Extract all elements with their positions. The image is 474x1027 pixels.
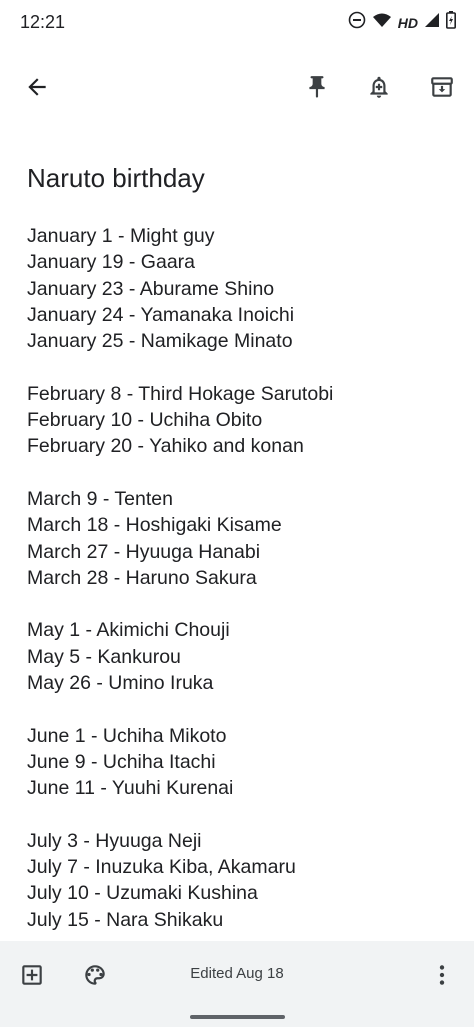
network-type-label: HD (397, 14, 418, 31)
note-line: February 20 - Yahiko and konan (27, 435, 304, 458)
note-line (27, 460, 447, 486)
pin-icon (309, 76, 325, 98)
note-line: February 10 - Uchiha Obito (27, 409, 263, 432)
more-vert-icon (439, 965, 445, 985)
back-button[interactable] (22, 72, 52, 102)
note-line: January 1 - Might guy (27, 225, 215, 247)
note-line: January 19 - Gaara (27, 251, 196, 274)
note-toolbar (0, 60, 474, 116)
archive-icon (431, 77, 453, 97)
note-line: July 7 - Inuzuka Kiba, Akamaru (27, 856, 296, 879)
note-line (27, 591, 447, 617)
note-line (27, 802, 447, 828)
note-line: May 1 - Akimichi Chouji (27, 619, 230, 642)
note-line: June 1 - Uchiha Mikoto (27, 724, 227, 747)
signal-icon (424, 12, 440, 33)
note-line: January 23 - Aburame Shino (27, 277, 275, 300)
home-indicator[interactable] (190, 1015, 285, 1019)
note-line: March 9 - Tenten (27, 487, 173, 510)
battery-charging-icon (446, 11, 456, 34)
wifi-icon (372, 11, 392, 34)
note-line: May 5 - Kankurou (27, 645, 181, 668)
edited-timestamp: Edited Aug 18 (190, 965, 284, 982)
status-icons: HD (348, 11, 456, 34)
do-not-disturb-icon (348, 11, 366, 34)
note-body[interactable]: January 1 - Might guy January 19 - Gaara… (27, 223, 447, 933)
note-line: March 18 - Hoshigaki Kisame (27, 514, 282, 537)
status-time: 12:21 (20, 12, 66, 32)
pin-button[interactable] (302, 72, 332, 102)
note-line: July 3 - Hyuuga Neji (27, 829, 202, 852)
note-title[interactable]: Naruto birthday (27, 163, 205, 194)
note-line: June 9 - Uchiha Itachi (27, 750, 216, 773)
note-line: February 8 - Third Hokage Sarutobi (27, 382, 334, 405)
note-line: May 26 - Umino Iruka (27, 672, 214, 695)
archive-button[interactable] (427, 72, 457, 102)
add-alert-icon (370, 76, 388, 98)
bottom-bar: Edited Aug 18 (0, 941, 474, 1027)
note-line: July 10 - Uzumaki Kushina (27, 882, 258, 905)
note-line: January 25 - Namikage Minato (27, 330, 293, 353)
reminder-button[interactable] (364, 72, 394, 102)
more-options-button[interactable] (428, 961, 456, 989)
status-bar: 12:21 HD (0, 0, 474, 46)
note-line: June 11 - Yuuhi Kurenai (27, 777, 234, 800)
note-line: July 15 - Nara Shikaku (27, 908, 224, 931)
note-line: March 27 - Hyuuga Hanabi (27, 540, 261, 563)
note-line: March 28 - Haruno Sakura (27, 566, 257, 589)
note-line (27, 696, 447, 722)
note-line: January 24 - Yamanaka Inoichi (27, 303, 295, 326)
note-line (27, 354, 447, 380)
arrow-back-icon (28, 78, 46, 96)
